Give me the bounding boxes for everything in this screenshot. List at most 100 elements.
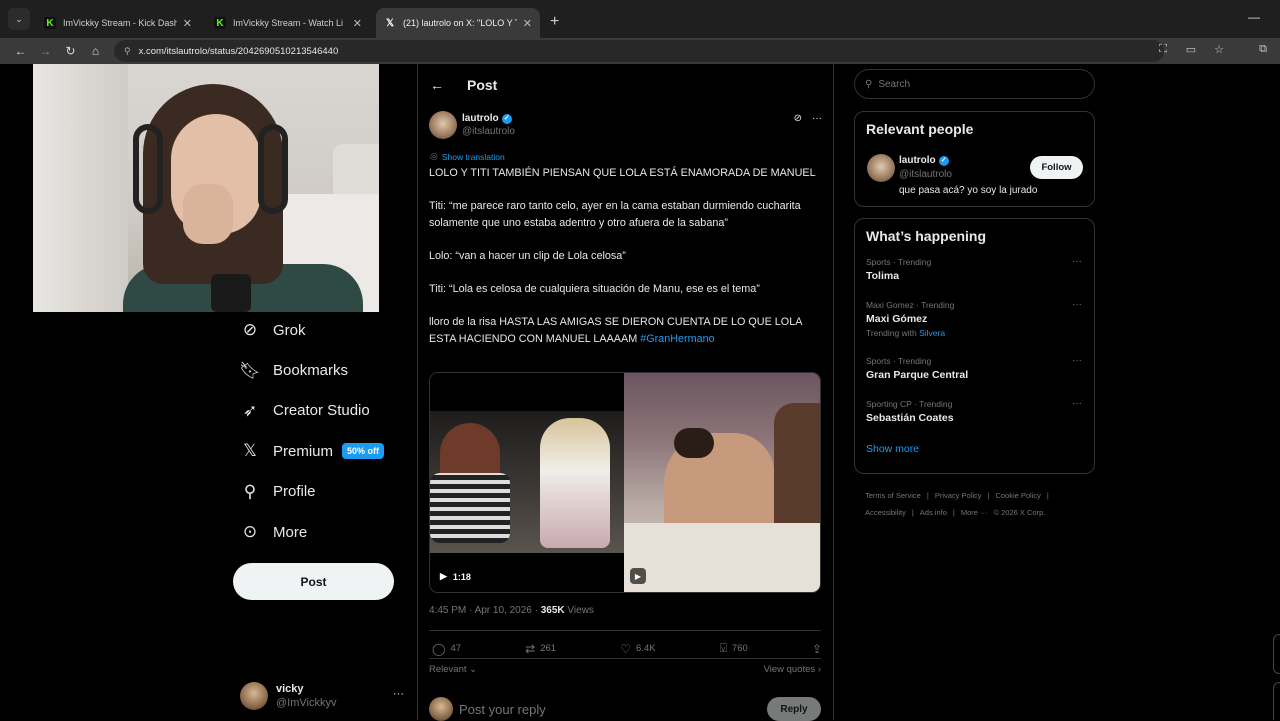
trend-meta: Sports · Trending (866, 356, 932, 366)
footer-separator: | (911, 508, 914, 517)
trend-item[interactable]: Sporting CP · Trending Sebastián Coates … (866, 397, 1094, 425)
timestamp-text[interactable]: 4:45 PM · Apr 10, 2026 · (429, 605, 541, 616)
footer-separator: | (926, 491, 929, 500)
star-icon[interactable]: ☆ (1212, 43, 1226, 56)
premium-discount-badge: 50% off (342, 443, 385, 460)
search-input[interactable]: ⚲ Search (854, 69, 1095, 99)
avatar[interactable] (429, 111, 457, 139)
scrollbar-handle[interactable] (1273, 634, 1280, 674)
footer-copyright: © 2026 X Corp. (993, 508, 1046, 517)
footer-link-terms[interactable]: Terms of Service (865, 491, 921, 500)
show-translation-link[interactable]: ◎ Show translation (430, 151, 505, 162)
image-thumbnail[interactable]: ▶ (624, 373, 820, 592)
video-duration: ▶ 1:18 (440, 571, 471, 582)
hashtag-link[interactable]: #GranHermano (640, 333, 714, 345)
home-icon[interactable]: ⌂ (83, 44, 108, 58)
sidebar-item-profile[interactable]: ⚲ Profile (236, 472, 406, 512)
reply-button[interactable]: Reply (767, 697, 821, 721)
post-button[interactable]: Post (233, 563, 394, 600)
post-media[interactable]: ▶ 1:18 ▶ (429, 372, 821, 593)
trend-item[interactable]: Sports · Trending Gran Parque Central ··… (866, 354, 1094, 382)
trend-item[interactable]: Sports · Trending Tolima ··· (866, 255, 1094, 283)
close-icon[interactable]: ✕ (353, 17, 362, 30)
footer-link-cookie[interactable]: Cookie Policy (995, 491, 1040, 500)
x-logo-icon: 𝕏 (243, 441, 257, 461)
sidebar-item-label: More (273, 523, 308, 541)
author-handle[interactable]: @itslautrolo (462, 125, 515, 138)
kick-icon: K (214, 17, 226, 29)
tab-search-button[interactable]: ⌄ (8, 8, 30, 30)
account-switcher[interactable]: vicky @ImVickkyv ··· (240, 680, 406, 712)
reply-action[interactable]: ◯ 47 (432, 641, 461, 656)
new-tab-icon[interactable]: + (550, 13, 559, 31)
view-quotes-link[interactable]: View quotes › (764, 664, 821, 675)
reply-input[interactable]: Post your reply (459, 702, 546, 717)
install-icon[interactable]: ▭ (1184, 43, 1198, 56)
sidebar-nav: ⊘ Grok 🔖︎ Bookmarks ➶ Creator Studio 𝕏 P… (236, 310, 406, 552)
browser-tab-2[interactable]: K ImVickky Stream - Watch Li ✕ (206, 8, 370, 38)
show-more-link[interactable]: Show more (866, 443, 1094, 455)
minimize-icon[interactable]: — (1248, 10, 1260, 24)
play-icon[interactable]: ▶ (630, 568, 646, 584)
relevant-person[interactable]: lautrolo ✓ @itslautrolo que pasa acá? yo … (867, 154, 1094, 196)
translate-icon[interactable]: ⛶ (1156, 43, 1170, 56)
close-icon[interactable]: ✕ (523, 17, 532, 30)
post-column: ← Post lautrolo ✓ @itslautrolo ⊘ ··· ◎ Sh… (418, 64, 833, 721)
footer-link-more[interactable]: More ··· (961, 508, 988, 517)
reload-icon[interactable]: ↻ (58, 44, 83, 58)
author-name[interactable]: lautrolo (462, 112, 499, 125)
person-name[interactable]: lautrolo (899, 154, 936, 168)
video-thumbnail[interactable]: ▶ 1:18 (430, 373, 625, 592)
post-header: ← Post (430, 75, 497, 95)
browser-tab-1[interactable]: K ImVickky Stream - Kick Dashbo ✕ (36, 8, 200, 38)
footer-link-accessibility[interactable]: Accessibility (865, 508, 906, 517)
views-label: Views (564, 605, 594, 616)
post-paragraph: LOLO Y TITI TAMBIÉN PIENSAN QUE LOLA EST… (429, 167, 816, 179)
divider (429, 630, 821, 631)
trend-item[interactable]: Maxi Gomez · Trending Maxi Gómez Trendin… (866, 298, 1094, 340)
address-bar[interactable]: ⚲ x.com/itslautrolo/status/2042690510213… (114, 40, 1164, 62)
close-icon[interactable]: ✕ (183, 17, 192, 30)
bookmark-icon: ⍌ (719, 641, 727, 655)
share-action[interactable]: ⇪ (812, 641, 822, 656)
footer-link-ads-info[interactable]: Ads info (920, 508, 947, 517)
like-action[interactable]: ♡ 6.4K (620, 641, 655, 656)
post-paragraph: lloro de la risa HASTA LAS AMIGAS SE DIE… (429, 314, 825, 347)
whats-happening-card: What’s happening Sports · Trending Tolim… (854, 218, 1095, 474)
back-icon[interactable]: ← (8, 44, 33, 58)
sidebar-item-bookmarks[interactable]: 🔖︎ Bookmarks (236, 350, 406, 390)
relevant-people-card: Relevant people lautrolo ✓ @itslautrolo q… (854, 111, 1095, 207)
more-icon[interactable]: ··· (1072, 354, 1082, 368)
sidebar-item-grok[interactable]: ⊘ Grok (236, 310, 406, 350)
follow-button[interactable]: Follow (1030, 156, 1083, 179)
more-icon[interactable]: ··· (1072, 397, 1082, 411)
avatar[interactable] (867, 154, 895, 182)
more-icon[interactable]: ··· (1072, 255, 1082, 269)
sidebar-item-more[interactable]: ⊙ More (236, 512, 406, 552)
like-count: 6.4K (636, 643, 656, 654)
bookmark-action[interactable]: ⍌ 760 (720, 641, 748, 656)
play-icon[interactable]: ▶ (440, 571, 447, 582)
sort-label: Relevant (429, 664, 467, 675)
browser-tab-3[interactable]: 𝕏 (21) lautrolo on X: "LOLO Y TITI ✕ (376, 8, 540, 38)
sidebar-item-premium[interactable]: 𝕏 Premium 50% off (236, 431, 406, 471)
back-arrow-icon[interactable]: ← (430, 77, 450, 93)
bookmark-count: 760 (731, 643, 748, 654)
footer-link-privacy[interactable]: Privacy Policy (935, 491, 982, 500)
more-icon[interactable]: ··· (812, 113, 822, 124)
repost-action[interactable]: ⇄ 261 (525, 641, 556, 656)
rocket-icon: ➶ (242, 400, 258, 420)
extensions-icon[interactable]: ⧉ (1256, 43, 1270, 56)
more-icon[interactable]: ··· (1072, 298, 1082, 312)
sidebar-item-label: Grok (273, 321, 306, 339)
post-paragraph-text: lloro de la risa HASTA LAS AMIGAS SE DIE… (429, 316, 802, 345)
trend-extra-link[interactable]: Silvera (919, 328, 945, 338)
grok-icon[interactable]: ⊘ (794, 113, 802, 124)
sort-dropdown[interactable]: Relevant ⌄ (429, 664, 477, 675)
sidebar-item-creator-studio[interactable]: ➶ Creator Studio (236, 391, 406, 431)
forward-icon[interactable]: → (33, 44, 58, 58)
webcam-overlay (33, 64, 379, 312)
more-icon[interactable]: ··· (393, 688, 404, 700)
site-info-icon[interactable]: ⚲ (124, 46, 131, 57)
scrollbar-handle[interactable] (1273, 682, 1280, 720)
